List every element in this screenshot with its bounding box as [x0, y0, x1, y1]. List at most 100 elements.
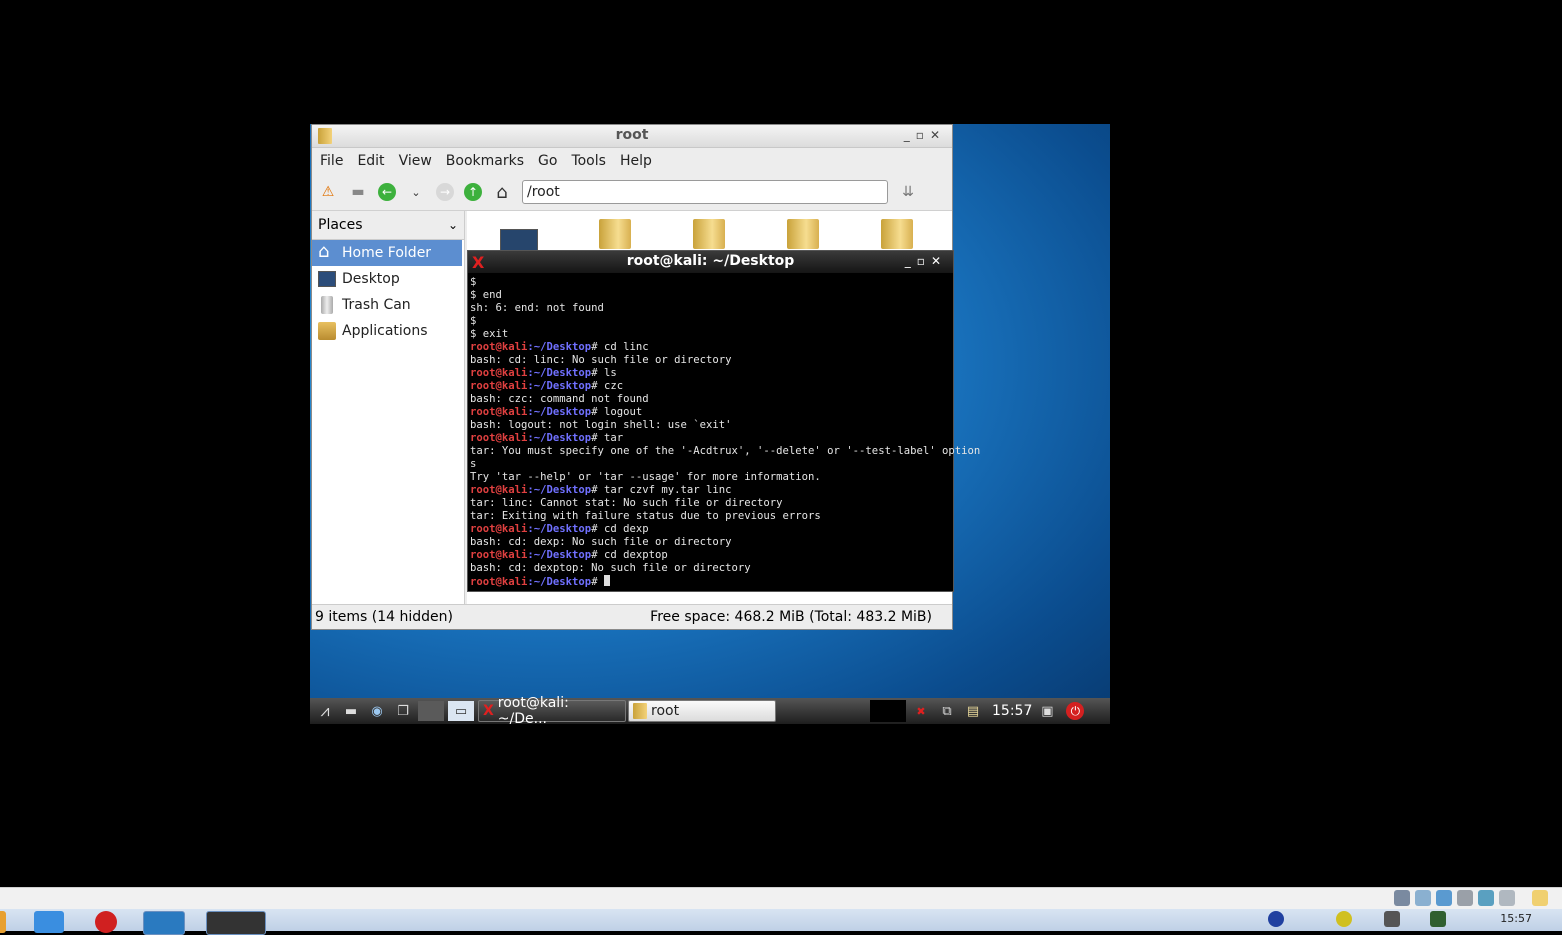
- terminal-line: $: [470, 315, 477, 327]
- folder-icon[interactable]: [787, 219, 819, 249]
- terminal-line: root@kali:~/Desktop# ls: [470, 367, 617, 379]
- home-icon[interactable]: ⌂: [492, 182, 512, 203]
- prompt-user: root@kali: [470, 367, 528, 379]
- terminal-output[interactable]: $ $ end sh: 6: end: not found $ $ exit r…: [468, 273, 980, 589]
- windows-icon[interactable]: ❐: [392, 701, 414, 721]
- clock[interactable]: 15:57: [992, 703, 1032, 719]
- tray-icon[interactable]: [1457, 890, 1473, 906]
- menu-bookmarks[interactable]: Bookmarks: [446, 153, 524, 169]
- command-text: # cd dexptop: [591, 549, 668, 561]
- terminal-line: root@kali:~/Desktop#: [470, 575, 610, 588]
- maximize-icon[interactable]: ▫: [917, 254, 931, 268]
- close-icon[interactable]: ✕: [930, 128, 946, 142]
- screen-lock-icon[interactable]: ▣: [1036, 701, 1058, 721]
- prompt-user: root@kali: [470, 432, 528, 444]
- forward-icon[interactable]: →: [436, 183, 454, 201]
- menu-edit[interactable]: Edit: [357, 153, 384, 169]
- host-clock[interactable]: 15:57: [1500, 912, 1532, 925]
- terminal-line: $: [470, 276, 477, 288]
- go-icon[interactable]: ⇊: [898, 182, 918, 202]
- network-icon[interactable]: ⧉: [936, 701, 958, 721]
- sidebar-item-trash-can[interactable]: Trash Can: [312, 292, 464, 318]
- minimize-icon[interactable]: _: [904, 128, 916, 142]
- command-text: # tar czvf my.tar linc: [591, 484, 732, 496]
- sidebar-item-applications[interactable]: Applications: [312, 318, 464, 344]
- places-label: Places: [318, 217, 363, 233]
- sidebar-item-desktop[interactable]: Desktop: [312, 266, 464, 292]
- menu-go[interactable]: Go: [538, 153, 557, 169]
- location-input[interactable]: [522, 180, 888, 204]
- taskbar-app-icon[interactable]: [95, 911, 117, 933]
- sidebar-item-label: Trash Can: [342, 297, 411, 313]
- taskbar-terminal[interactable]: X root@kali: ~/De...: [478, 695, 626, 724]
- minimize-icon[interactable]: _: [905, 254, 917, 268]
- folder-icon[interactable]: [599, 219, 631, 249]
- desktop-icon: [318, 271, 336, 287]
- tray-icon[interactable]: [1394, 890, 1410, 906]
- sidebar-item-label: Home Folder: [342, 245, 432, 261]
- command-text: # logout: [591, 406, 643, 418]
- prompt-user: root@kali: [470, 341, 528, 353]
- note-icon[interactable]: [1532, 890, 1548, 906]
- window-title: root: [615, 127, 649, 143]
- terminal-line: bash: cd: linc: No such file or director…: [470, 354, 732, 366]
- vm-taskbar: ⩘ ▬ ◉ ❐ ▭ X root@kali: ~/De... root ✖ ⧉ …: [310, 695, 1110, 724]
- close-icon[interactable]: ✕: [931, 254, 947, 268]
- taskbar-app-icon[interactable]: [143, 911, 185, 935]
- tray-icon[interactable]: [1430, 911, 1446, 927]
- network-disconnected-icon[interactable]: ✖: [910, 701, 932, 721]
- tray-icon[interactable]: [1415, 890, 1431, 906]
- new-tab-icon[interactable]: ▬: [348, 182, 368, 202]
- terminal-line: root@kali:~/Desktop# cd dexptop: [470, 549, 668, 561]
- tray-icon[interactable]: [1336, 911, 1352, 927]
- terminal-line: root@kali:~/Desktop# logout: [470, 406, 642, 418]
- history-dropdown-icon[interactable]: ⌄: [406, 182, 426, 202]
- menu-help[interactable]: Help: [620, 153, 652, 169]
- kali-menu-icon[interactable]: ⩘: [314, 701, 336, 721]
- terminal-line: root@kali:~/Desktop# tar: [470, 432, 623, 444]
- folder-icon[interactable]: [881, 219, 913, 249]
- warning-icon[interactable]: ⚠: [318, 182, 338, 202]
- host-taskbar: 15:57: [0, 909, 1562, 935]
- tray-icon[interactable]: [1499, 890, 1515, 906]
- terminal-line: root@kali:~/Desktop# cd linc: [470, 341, 649, 353]
- folder-icon[interactable]: [693, 219, 725, 249]
- clipboard-icon[interactable]: ▤: [962, 701, 984, 721]
- tray-icon[interactable]: [1268, 911, 1284, 927]
- places-header[interactable]: Places ⌄: [312, 211, 464, 240]
- taskbar-app-icon[interactable]: [34, 911, 64, 933]
- terminal-line: root@kali:~/Desktop# czc: [470, 380, 623, 392]
- menu-file[interactable]: File: [320, 153, 343, 169]
- tray-icon[interactable]: [1436, 890, 1452, 906]
- up-icon[interactable]: ↑: [464, 183, 482, 201]
- sidebar-item-label: Applications: [342, 323, 428, 339]
- terminal-line: $ exit: [470, 328, 509, 340]
- prompt-path: :~/Desktop: [527, 380, 592, 392]
- prompt-user: root@kali: [470, 523, 528, 535]
- prompt-user: root@kali: [470, 406, 528, 418]
- command-text: # cd linc: [591, 341, 649, 353]
- power-icon[interactable]: ⏻: [1066, 702, 1085, 720]
- terminal-line: s: [470, 458, 477, 470]
- prompt-path: :~/Desktop: [527, 484, 592, 496]
- show-desktop-icon[interactable]: ▬: [340, 701, 362, 721]
- terminal-titlebar[interactable]: X root@kali: ~/Desktop _▫✕: [468, 251, 953, 273]
- taskbar-app-icon[interactable]: [0, 911, 6, 933]
- back-icon[interactable]: ←: [378, 183, 396, 201]
- prompt-user: root@kali: [470, 576, 528, 588]
- maximize-icon[interactable]: ▫: [916, 128, 930, 142]
- menu-tools[interactable]: Tools: [571, 153, 606, 169]
- menu-view[interactable]: View: [399, 153, 432, 169]
- prompt-path: :~/Desktop: [527, 367, 592, 379]
- chevron-down-icon[interactable]: ⌄: [448, 218, 458, 232]
- tray-icon[interactable]: [1478, 890, 1494, 906]
- sidebar-item-home-folder[interactable]: ⌂ Home Folder: [312, 240, 462, 266]
- tray-icon[interactable]: [1384, 911, 1400, 927]
- taskbar-file-manager[interactable]: root: [628, 700, 776, 722]
- taskbar-app-icon[interactable]: [206, 911, 266, 935]
- workspace-active-icon[interactable]: ▭: [448, 701, 474, 721]
- file-manager-titlebar[interactable]: root _▫✕: [312, 125, 952, 148]
- terminal-line: bash: cd: dexp: No such file or director…: [470, 536, 732, 548]
- browser-icon[interactable]: ◉: [366, 701, 388, 721]
- workspace-icon[interactable]: [418, 701, 444, 721]
